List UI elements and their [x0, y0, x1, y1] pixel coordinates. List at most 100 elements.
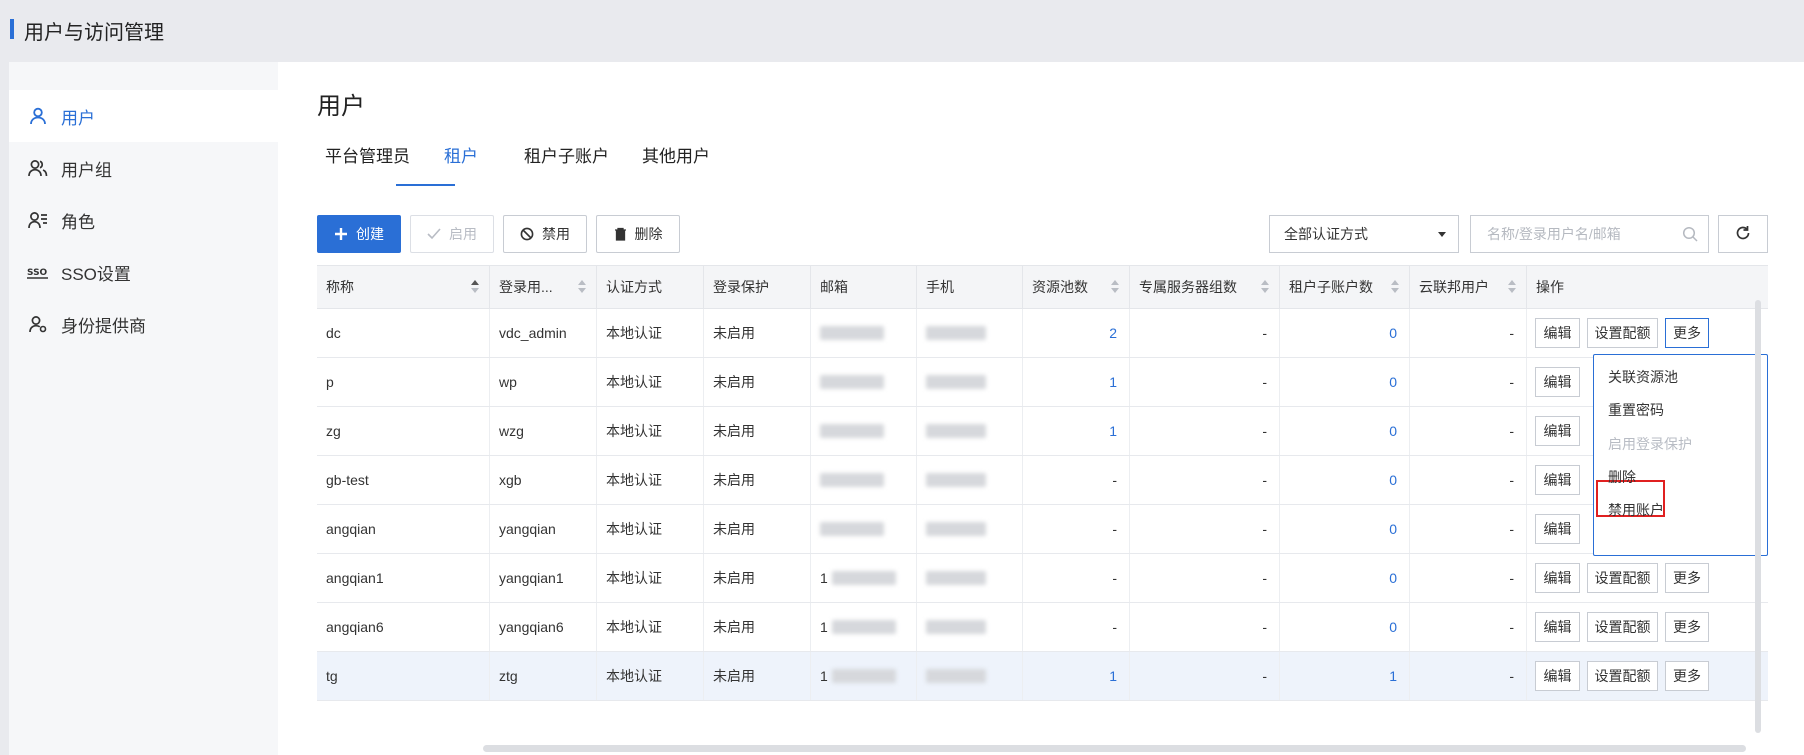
- sort-icon[interactable]: [471, 280, 479, 294]
- edit-button[interactable]: 编辑: [1535, 514, 1580, 544]
- cell-pools[interactable]: 1: [1023, 407, 1130, 455]
- column-header-name[interactable]: 称称: [317, 266, 490, 308]
- cell-name: tg: [317, 652, 490, 700]
- cell-protect: 未启用: [704, 652, 811, 700]
- cell-pools[interactable]: 1: [1023, 358, 1130, 406]
- cell-login: wp: [490, 358, 597, 406]
- cell-phone: [917, 407, 1023, 455]
- sort-icon[interactable]: [1261, 280, 1269, 294]
- auth-method-value: 全部认证方式: [1284, 226, 1368, 242]
- page-title: 用户: [317, 93, 365, 120]
- search-icon[interactable]: [1682, 226, 1698, 245]
- cell-email: 1: [811, 603, 917, 651]
- edit-button[interactable]: 编辑: [1535, 612, 1580, 642]
- email-prefix: 1: [820, 668, 828, 684]
- svg-text:SSO: SSO: [27, 268, 48, 278]
- column-label: 邮箱: [820, 279, 848, 295]
- sort-icon[interactable]: [1111, 280, 1119, 294]
- sidebar-item-roles[interactable]: 角色: [9, 194, 278, 246]
- redacted-phone: [926, 669, 986, 683]
- set-quota-button[interactable]: 设置配额: [1587, 612, 1658, 642]
- column-header-pools[interactable]: 资源池数: [1023, 266, 1130, 308]
- title-accent-bar: [10, 19, 14, 39]
- edit-button[interactable]: 编辑: [1535, 416, 1580, 446]
- sidebar-item-label: 用户组: [61, 160, 112, 180]
- cell-subs[interactable]: 0: [1280, 358, 1410, 406]
- sort-icon[interactable]: [578, 280, 586, 294]
- cell-subs[interactable]: 0: [1280, 554, 1410, 602]
- tab-other-users[interactable]: 其他用户: [642, 142, 710, 167]
- set-quota-button[interactable]: 设置配额: [1587, 318, 1658, 348]
- cell-phone: [917, 554, 1023, 602]
- edit-button[interactable]: 编辑: [1535, 367, 1580, 397]
- menu-item-reset-password[interactable]: 重置密码: [1608, 400, 1664, 420]
- sort-icon[interactable]: [1391, 280, 1399, 294]
- edit-button[interactable]: 编辑: [1535, 318, 1580, 348]
- menu-item-link-resource-pool[interactable]: 关联资源池: [1608, 367, 1678, 387]
- check-icon: [427, 228, 441, 240]
- cell-pools[interactable]: 2: [1023, 309, 1130, 357]
- delete-button[interactable]: 删除: [596, 215, 680, 253]
- column-label: 登录用...: [499, 279, 553, 295]
- cell-subs[interactable]: 0: [1280, 407, 1410, 455]
- cell-phone: [917, 603, 1023, 651]
- cell-servers: -: [1130, 456, 1280, 504]
- menu-item-disable-account[interactable]: 禁用账户: [1608, 500, 1664, 520]
- tab-platform-admin[interactable]: 平台管理员: [325, 142, 410, 167]
- cell-subs[interactable]: 0: [1280, 309, 1410, 357]
- cell-fed: -: [1410, 456, 1527, 504]
- sidebar-item-identity-providers[interactable]: 身份提供商: [9, 298, 278, 350]
- app-title: 用户与访问管理: [24, 22, 164, 44]
- caret-down-icon: [1438, 232, 1446, 237]
- tab-tenant[interactable]: 租户: [444, 142, 478, 167]
- table-header: 称称 登录用... 认证方式 登录保护 邮箱 手机 资源池数 专属服务器组数 租…: [317, 265, 1768, 309]
- cell-name: dc: [317, 309, 490, 357]
- menu-item-delete[interactable]: 删除: [1608, 467, 1636, 487]
- column-header-subaccounts[interactable]: 租户子账户数: [1280, 266, 1410, 308]
- cell-auth: 本地认证: [597, 603, 704, 651]
- disable-button[interactable]: 禁用: [503, 215, 587, 253]
- column-label: 认证方式: [606, 279, 662, 295]
- redacted-phone: [926, 326, 986, 340]
- more-button[interactable]: 更多: [1665, 563, 1709, 593]
- cell-subs[interactable]: 1: [1280, 652, 1410, 700]
- cell-name: gb-test: [317, 456, 490, 504]
- column-header-servers[interactable]: 专属服务器组数: [1130, 266, 1280, 308]
- edit-button[interactable]: 编辑: [1535, 661, 1580, 691]
- column-header-login-protect: 登录保护: [704, 266, 811, 308]
- user-group-icon: [27, 157, 49, 179]
- more-button[interactable]: 更多: [1665, 612, 1709, 642]
- tab-tenant-subaccount[interactable]: 租户子账户: [524, 142, 609, 167]
- edit-button[interactable]: 编辑: [1535, 563, 1580, 593]
- cell-servers: -: [1130, 554, 1280, 602]
- create-button[interactable]: 创建: [317, 215, 401, 253]
- horizontal-scrollbar[interactable]: [483, 745, 1746, 752]
- more-button[interactable]: 更多: [1665, 661, 1709, 691]
- cell-phone: [917, 652, 1023, 700]
- column-header-login[interactable]: 登录用...: [490, 266, 597, 308]
- cell-subs[interactable]: 0: [1280, 505, 1410, 553]
- cell-subs[interactable]: 0: [1280, 603, 1410, 651]
- more-button[interactable]: 更多: [1665, 318, 1709, 348]
- set-quota-button[interactable]: 设置配额: [1587, 563, 1658, 593]
- enable-button[interactable]: 启用: [410, 215, 494, 253]
- set-quota-button[interactable]: 设置配额: [1587, 661, 1658, 691]
- redacted-phone: [926, 375, 986, 389]
- edit-button[interactable]: 编辑: [1535, 465, 1580, 495]
- enable-label: 启用: [449, 226, 477, 242]
- cell-subs[interactable]: 0: [1280, 456, 1410, 504]
- cell-pools[interactable]: 1: [1023, 652, 1130, 700]
- vertical-scrollbar[interactable]: [1755, 300, 1761, 733]
- cell-auth: 本地认证: [597, 652, 704, 700]
- sidebar-item-user-groups[interactable]: 用户组: [9, 142, 278, 194]
- cell-login: ztg: [490, 652, 597, 700]
- table-row: dc vdc_admin 本地认证 未启用 2-0- 编辑 设置配额 更多: [317, 309, 1768, 358]
- sort-icon[interactable]: [1508, 280, 1516, 294]
- sidebar-item-sso[interactable]: SSO SSO设置: [9, 246, 278, 298]
- column-header-federation[interactable]: 云联邦用户: [1410, 266, 1527, 308]
- sidebar-item-users[interactable]: 用户: [9, 90, 278, 142]
- cell-actions: 编辑 设置配额 更多: [1527, 603, 1768, 651]
- auth-method-select[interactable]: 全部认证方式: [1269, 215, 1459, 253]
- search-input[interactable]: [1485, 225, 1679, 243]
- refresh-button[interactable]: [1718, 215, 1768, 253]
